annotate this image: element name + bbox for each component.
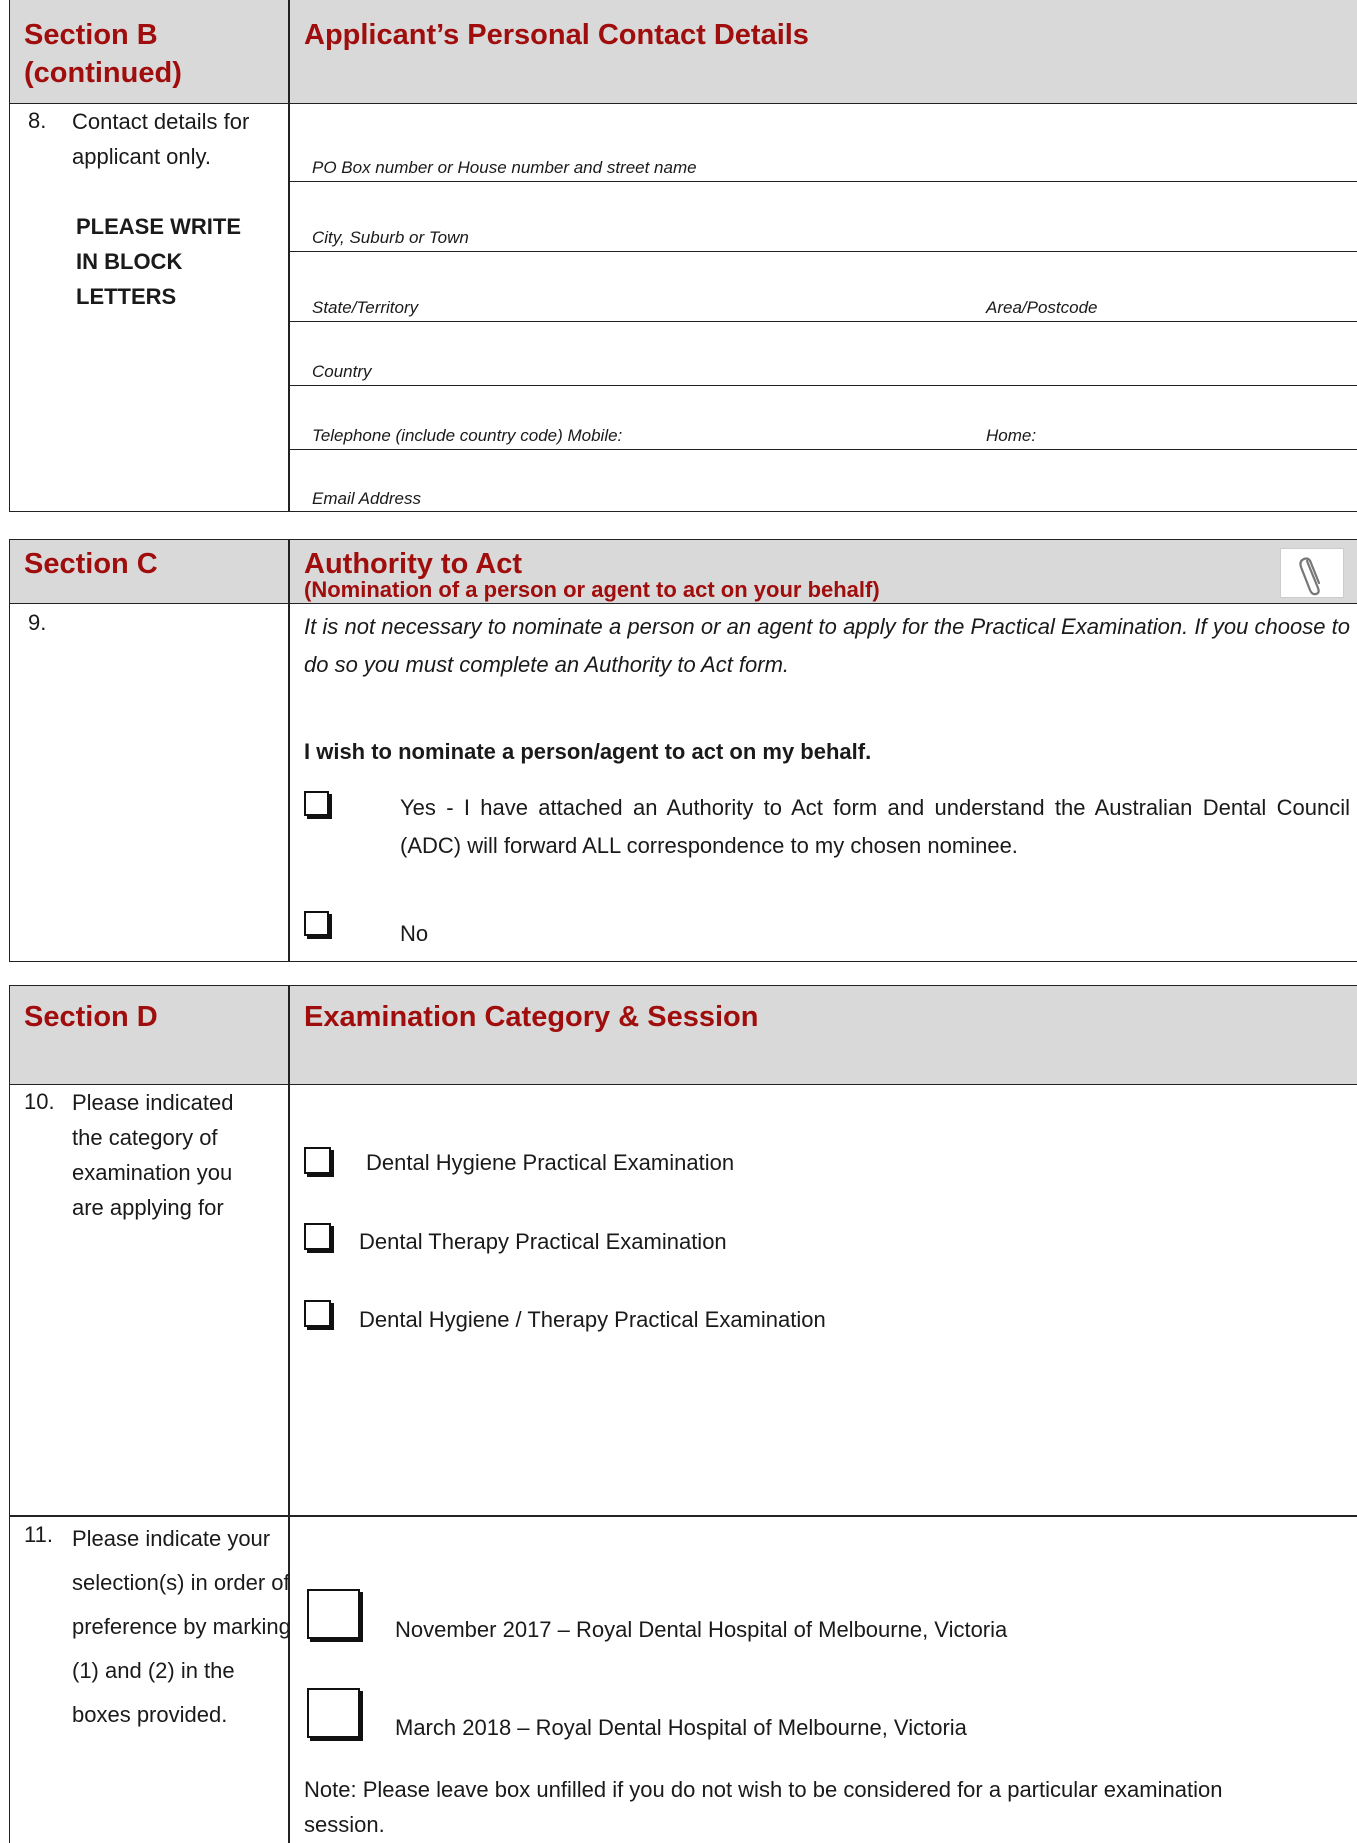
block-letters-note: PLEASE WRITE IN BLOCK LETTERS	[76, 214, 242, 309]
section-c: Section C Authority to Act (Nomination o…	[9, 539, 1357, 962]
category-therapy-checkbox[interactable]	[304, 1223, 331, 1250]
city-field[interactable]: City, Suburb or Town	[290, 182, 1357, 252]
category-hygiene-checkbox[interactable]	[304, 1147, 331, 1174]
question-10-number: 10.	[24, 1089, 55, 1114]
question-8-number: 8.	[28, 108, 47, 133]
home-label: Home:	[986, 426, 1037, 445]
postcode-label: Area/Postcode	[986, 298, 1098, 317]
state-postcode-field[interactable]: State/Territory Area/Postcode	[290, 252, 1357, 322]
section-c-label: Section C	[24, 548, 158, 580]
section-b-label: Section B (continued)	[24, 19, 182, 89]
session-november-checkbox[interactable]	[307, 1589, 360, 1639]
authority-yes-checkbox[interactable]	[304, 791, 329, 816]
authority-prompt: I wish to nominate a person/agent to act…	[304, 739, 872, 764]
question-10-text: Please indicated the category of examina…	[72, 1090, 234, 1220]
address-label: PO Box number or House number and street…	[312, 158, 697, 177]
session-note: Note: Please leave box unfilled if you d…	[304, 1777, 1223, 1837]
section-b-title: Applicant’s Personal Contact Details	[304, 19, 809, 51]
authority-no-checkbox[interactable]	[304, 911, 329, 936]
country-field[interactable]: Country	[290, 322, 1357, 386]
telephone-field[interactable]: Telephone (include country code) Mobile:…	[290, 386, 1357, 450]
authority-no-label: No	[400, 921, 429, 946]
city-label: City, Suburb or Town	[312, 228, 469, 247]
category-hygiene-therapy-label: Dental Hygiene / Therapy Practical Exami…	[359, 1307, 826, 1332]
state-label: State/Territory	[312, 298, 419, 317]
email-label: Email Address	[312, 489, 421, 508]
session-march-checkbox[interactable]	[307, 1688, 360, 1738]
authority-intro: It is not necessary to nominate a person…	[304, 614, 1350, 677]
email-field[interactable]: Email Address	[290, 450, 1357, 510]
question-8-text: Contact details for applicant only.	[72, 109, 250, 169]
session-november-label: November 2017 – Royal Dental Hospital of…	[395, 1617, 1008, 1642]
section-d-label: Section D	[24, 1001, 158, 1033]
section-b: Section B (continued) Applicant’s Person…	[9, 0, 1357, 512]
section-d: Section D Examination Category & Session…	[9, 985, 1357, 1843]
section-c-subtitle: (Nomination of a person or agent to act …	[304, 577, 880, 602]
country-label: Country	[312, 362, 372, 381]
category-hygiene-therapy-checkbox[interactable]	[304, 1300, 331, 1327]
mobile-label: Telephone (include country code) Mobile:	[312, 426, 623, 445]
category-hygiene-label: Dental Hygiene Practical Examination	[366, 1150, 735, 1175]
question-11-text: Please indicate your selection(s) in ord…	[72, 1526, 291, 1727]
section-d-title: Examination Category & Session	[304, 1001, 759, 1033]
column-divider	[288, 540, 290, 961]
session-march-label: March 2018 – Royal Dental Hospital of Me…	[395, 1715, 967, 1740]
question-11-number: 11.	[24, 1522, 53, 1547]
category-therapy-label: Dental Therapy Practical Examination	[359, 1229, 727, 1254]
authority-yes-label: Yes - I have attached an Authority to Ac…	[400, 795, 1350, 858]
paperclip-icon[interactable]	[1280, 548, 1344, 598]
address-field[interactable]: PO Box number or House number and street…	[290, 104, 1357, 182]
question-9-number: 9.	[28, 610, 47, 635]
